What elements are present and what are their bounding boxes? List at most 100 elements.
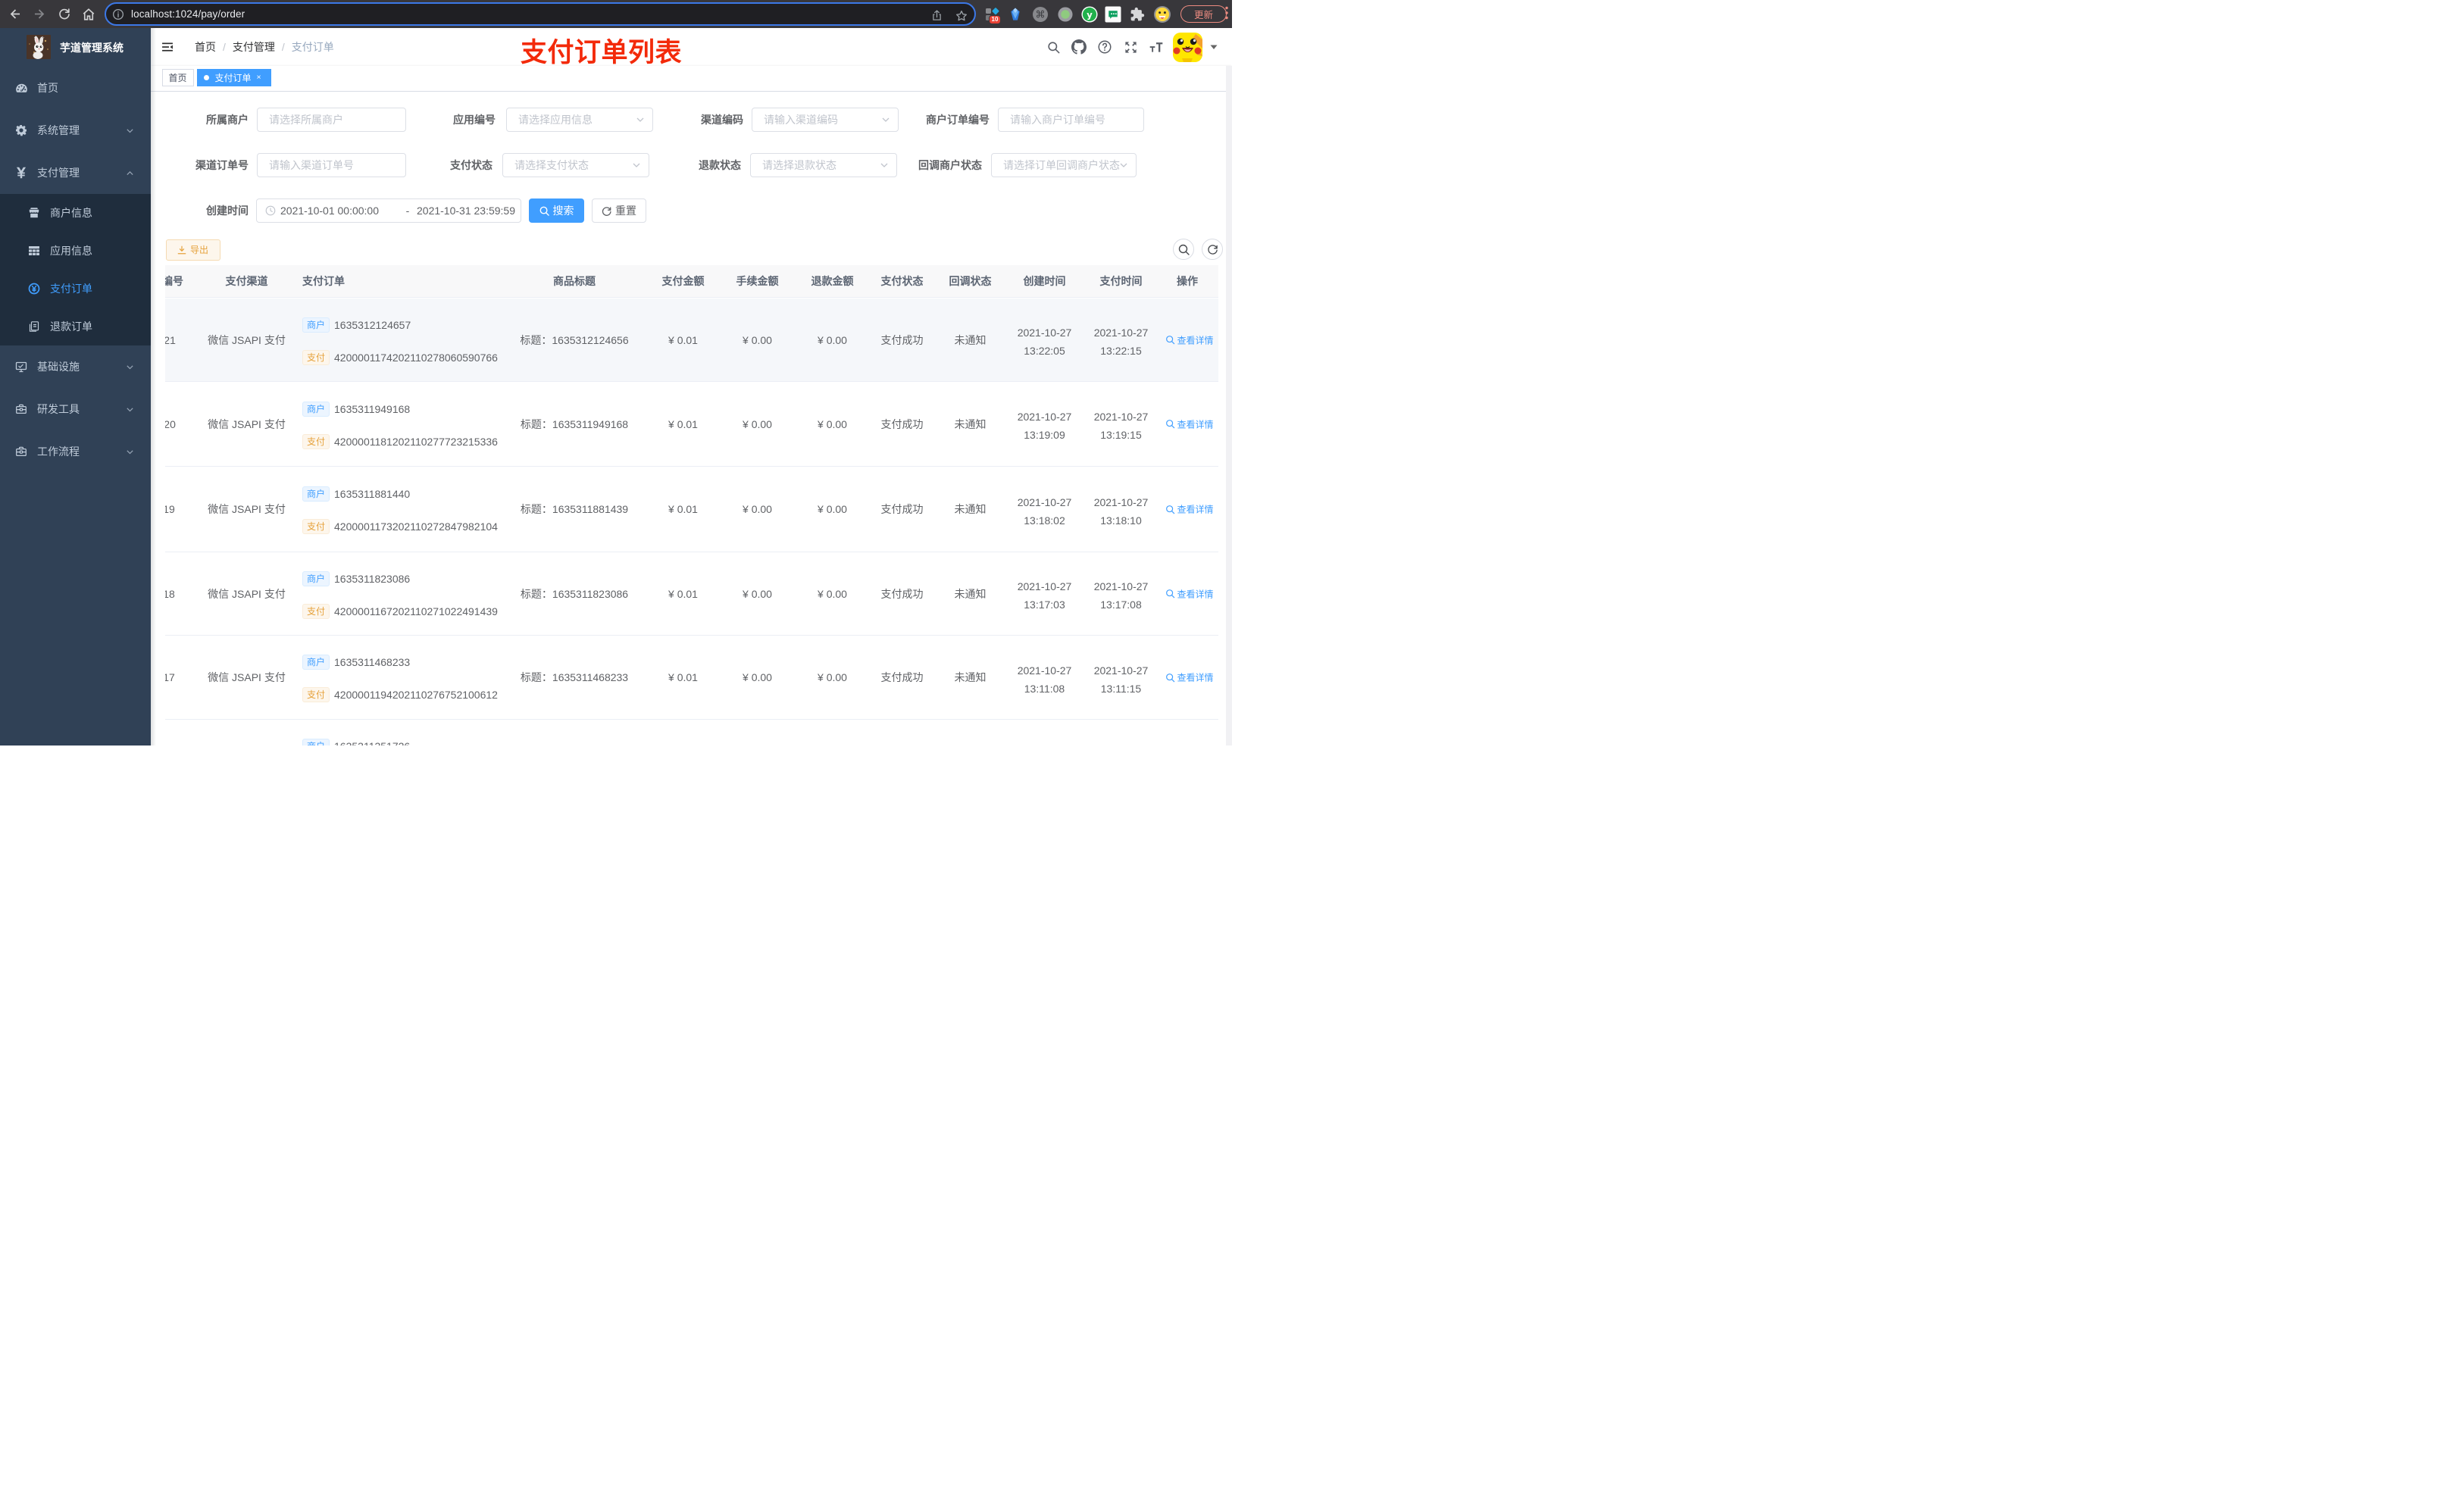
header-search-icon[interactable]	[1040, 40, 1066, 55]
view-detail-link[interactable]: 查看详情	[1165, 671, 1214, 684]
sidebar-item-home[interactable]: 首页	[0, 67, 151, 109]
cell-pay-amount: ¥ 0.01	[668, 671, 698, 684]
bookmark-star-icon[interactable]	[955, 9, 968, 23]
extensions-puzzle-icon[interactable]	[1130, 7, 1145, 22]
breadcrumb-pay[interactable]: 支付管理	[233, 39, 275, 55]
range-start-value[interactable]: 2021-10-01 00:00:00	[280, 199, 399, 222]
site-info-icon[interactable]	[112, 8, 124, 20]
app-select[interactable]: 请选择应用信息	[506, 108, 653, 132]
cell-pay-order: 支付 4200001173202110272847982104	[302, 519, 498, 535]
sidebar-item-refund-order[interactable]: 退款订单	[0, 308, 151, 345]
sidebar-item-system[interactable]: 系统管理	[0, 109, 151, 152]
help-icon[interactable]	[1092, 39, 1118, 55]
fullscreen-icon[interactable]	[1118, 40, 1143, 55]
pay-status-select[interactable]: 请选择支付状态	[502, 153, 649, 177]
notify-status-select[interactable]: 请选择订单回调商户状态	[991, 153, 1137, 177]
profile-avatar-icon[interactable]	[1153, 5, 1171, 23]
cell-refund-amount: ¥ 0.00	[818, 333, 847, 346]
tag-home[interactable]: 首页	[161, 69, 194, 86]
table-header: 编号 支付渠道 支付订单 商品标题 支付金额 手续金额 退款金额 支付状态 回调状态 创建时间 支付…	[165, 265, 1218, 298]
cell-pay-time: 2021-10-27 13:22:15	[1093, 327, 1149, 357]
page-content: 所属商户 请选择所属商户 应用编号 请选择应用信息 渠道编码 请输入渠道编码 商…	[151, 92, 1232, 746]
view-detail-link[interactable]: 查看详情	[1165, 503, 1214, 516]
extension-badge: 10	[989, 14, 1001, 24]
filter-label-merchant-order-no: 商户订单编号	[926, 114, 990, 126]
pay-tag: 支付	[302, 603, 330, 619]
cell-pay-amount: ¥ 0.01	[668, 503, 698, 516]
extension-y-icon[interactable]: y	[1081, 5, 1099, 23]
reset-button[interactable]: 重置	[592, 198, 646, 223]
view-detail-link[interactable]: 查看详情	[1165, 587, 1214, 600]
sidebar-logo[interactable]: 芋道管理系统	[0, 28, 151, 67]
browser-reload-button[interactable]	[53, 0, 76, 28]
share-icon[interactable]	[930, 9, 943, 22]
merchant-tag: 商户	[302, 655, 330, 670]
cell-refund-amount: ¥ 0.00	[818, 503, 847, 516]
tag-pay-order[interactable]: 支付订单 ×	[196, 69, 271, 86]
cell-pay-time: 2021-10-27 13:18:10	[1093, 495, 1149, 527]
document-icon	[28, 320, 40, 333]
browser-update-button[interactable]: 更新	[1180, 5, 1227, 23]
filter-label-channel-order-no: 渠道订单号	[195, 159, 249, 171]
active-dot	[203, 75, 209, 80]
sidebar-item-infra[interactable]: 基础设施	[0, 345, 151, 388]
column-header: 支付金额	[661, 275, 705, 287]
caret-down-icon[interactable]	[1209, 42, 1218, 52]
cell-channel: 微信 JSAPI 支付	[208, 587, 286, 600]
browser-menu-icon[interactable]	[1225, 6, 1228, 20]
cell-channel: 微信 JSAPI 支付	[208, 333, 286, 346]
tags-view: 首页 支付订单 ×	[151, 66, 1232, 92]
search-button[interactable]: 搜索	[529, 198, 584, 223]
sidebar-item-pay[interactable]: 支付管理	[0, 152, 151, 194]
range-end-value[interactable]: 2021-10-31 23:59:59	[417, 199, 521, 222]
sidebar-item-pay-order[interactable]: 支付订单	[0, 270, 151, 308]
channel-order-no-input[interactable]: 请输入渠道订单号	[257, 153, 406, 177]
sidebar-item-devtools[interactable]: 研发工具	[0, 388, 151, 430]
annotation-title: 支付订单列表	[521, 38, 683, 67]
svg-text:y: y	[1087, 9, 1093, 20]
chevron-down-icon	[126, 127, 134, 135]
merchant-order-no-input[interactable]: 请输入商户订单编号	[998, 108, 1144, 132]
url-text[interactable]: localhost:1024/pay/order	[131, 8, 245, 20]
extension-chat-icon[interactable]	[1105, 6, 1121, 22]
export-button[interactable]: 导出	[165, 239, 220, 261]
merchant-tag: 商户	[302, 317, 330, 333]
sidebar-item-workflow[interactable]: 工作流程	[0, 430, 151, 473]
refund-status-select[interactable]: 请选择退款状态	[750, 153, 897, 177]
browser-home-button[interactable]	[77, 0, 100, 28]
toolbox-icon	[15, 403, 27, 415]
channel-code-select[interactable]: 请输入渠道编码	[752, 108, 899, 132]
chevron-down-icon	[126, 405, 134, 414]
breadcrumb: 首页 / 支付管理 / 支付订单	[195, 39, 334, 55]
breadcrumb-home[interactable]: 首页	[195, 39, 216, 55]
github-icon[interactable]	[1066, 39, 1092, 55]
font-size-icon[interactable]	[1143, 39, 1169, 55]
create-time-range-picker[interactable]: 2021-10-01 00:00:00 - 2021-10-31 23:59:5…	[256, 198, 521, 223]
page-scrollbar-gutter[interactable]	[1226, 66, 1232, 746]
tag-close-icon[interactable]: ×	[255, 73, 263, 83]
extension-command-icon[interactable]: ⌘	[1032, 6, 1049, 23]
user-avatar[interactable]	[1173, 32, 1202, 62]
extension-tabs-icon[interactable]: 10	[985, 7, 1001, 24]
table-refresh-button[interactable]	[1202, 239, 1223, 260]
merchant-select[interactable]: 请选择所属商户	[257, 108, 406, 132]
column-header: 创建时间	[1023, 275, 1066, 287]
extension-gem-icon[interactable]	[1008, 7, 1023, 21]
extension-grey-circle-icon[interactable]	[1058, 6, 1074, 22]
address-bar[interactable]: localhost:1024/pay/order	[105, 2, 976, 26]
chevron-down-icon	[126, 363, 134, 371]
shop-icon	[28, 207, 40, 219]
view-detail-link[interactable]: 查看详情	[1165, 417, 1214, 430]
sidebar-item-app-info[interactable]: 应用信息	[0, 232, 151, 270]
merchant-tag: 商户	[302, 570, 330, 586]
browser-forward-button[interactable]	[27, 0, 50, 28]
view-detail-link[interactable]: 查看详情	[1165, 333, 1214, 346]
cell-pay-amount: ¥ 0.01	[668, 587, 698, 600]
table-search-toggle-button[interactable]	[1173, 239, 1194, 260]
sidebar-fold-icon[interactable]	[161, 41, 174, 53]
cell-notify-status: 未通知	[954, 417, 987, 430]
browser-back-button[interactable]	[4, 0, 27, 28]
table-row: 120 微信 JSAPI 支付 商户1635311949168 支付420000118…	[165, 381, 1218, 467]
cell-pay-time: 2021-10-27 13:11:15	[1093, 664, 1149, 695]
sidebar-item-merchant-info[interactable]: 商户信息	[0, 194, 151, 232]
